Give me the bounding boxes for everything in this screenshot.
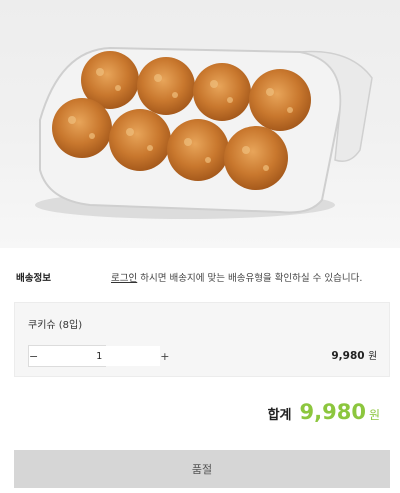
quantity-stepper: − + — [28, 345, 169, 367]
quantity-input[interactable] — [38, 346, 161, 366]
option-price: 9,980 원 — [331, 348, 377, 362]
option-price-currency: 원 — [368, 351, 377, 362]
total-price-row: 합계 9,980 원 — [268, 400, 380, 424]
shipping-info-row: 배송정보 로그인 하시면 배송지에 맞는 배송유형을 확인하실 수 있습니다. — [0, 248, 400, 302]
total-amount: 9,980 — [299, 400, 366, 424]
shipping-info-label: 배송정보 — [16, 273, 51, 284]
shipping-info-text: 하시면 배송지에 맞는 배송유형을 확인하실 수 있습니다. — [137, 273, 363, 284]
product-image — [0, 0, 400, 248]
shipping-info-message: 로그인 하시면 배송지에 맞는 배송유형을 확인하실 수 있습니다. — [111, 270, 362, 284]
increase-quantity-button[interactable]: + — [160, 346, 169, 366]
total-label: 합계 — [267, 408, 292, 423]
option-price-value: 9,980 — [331, 350, 365, 362]
decrease-quantity-button[interactable]: − — [29, 346, 38, 366]
login-link[interactable]: 로그인 — [111, 273, 137, 284]
sold-out-button[interactable]: 품절 — [14, 450, 390, 488]
total-currency: 원 — [368, 408, 380, 422]
selected-option-box: 쿠키슈 (8입) − + 9,980 원 — [14, 302, 390, 377]
option-name: 쿠키슈 (8입) — [28, 320, 83, 331]
